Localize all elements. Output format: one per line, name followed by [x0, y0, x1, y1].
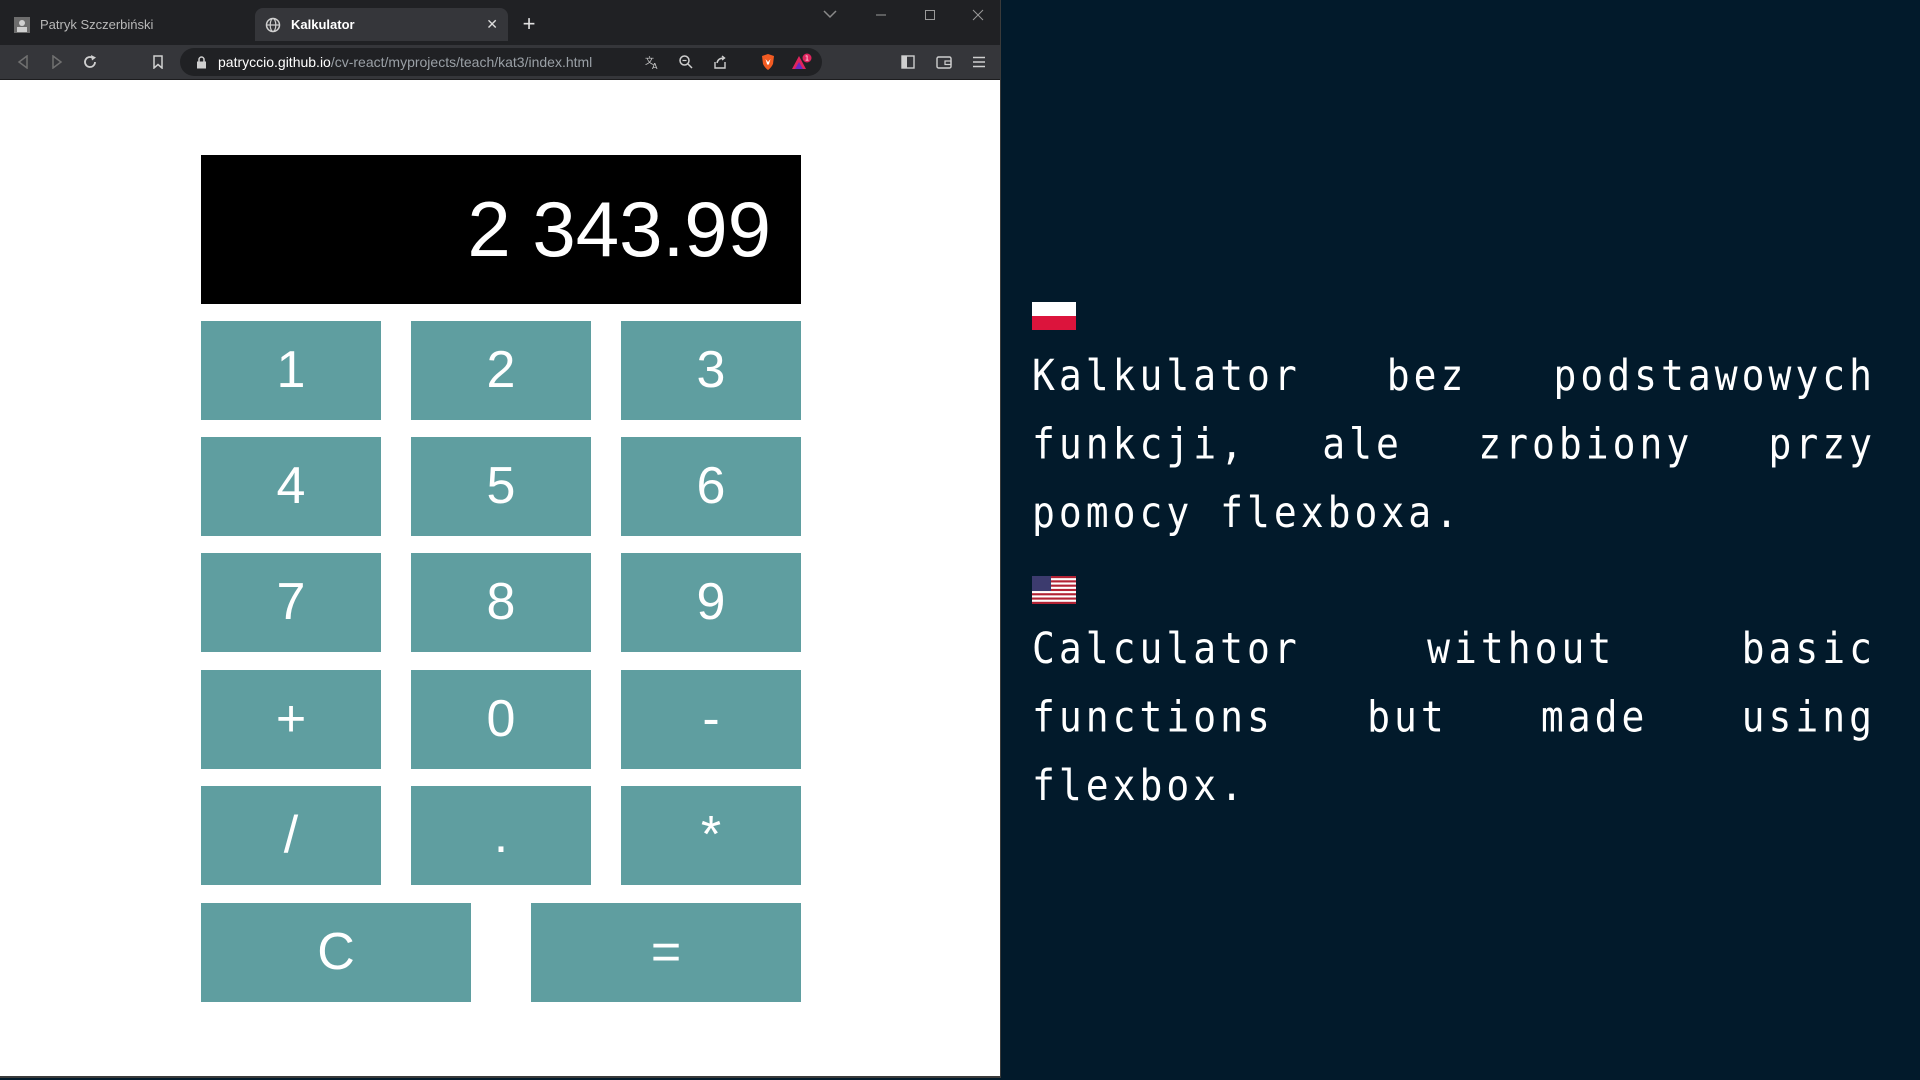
description-polish: Kalkulator bez podstawowych funkcji, ale… [1032, 350, 1876, 537]
key-4[interactable]: 4 [201, 437, 381, 536]
brave-shield-icon[interactable] [756, 50, 780, 74]
back-arrow-icon[interactable] [11, 50, 35, 74]
window-close-icon[interactable] [958, 6, 998, 26]
tab-kalkulator[interactable]: Kalkulator ✕ [255, 8, 508, 41]
tab-patryk[interactable]: Patryk Szczerbiński [4, 8, 252, 41]
share-icon[interactable] [708, 50, 732, 74]
key-multiply[interactable]: * [621, 786, 801, 885]
profile-favicon-icon [14, 16, 30, 33]
rewards-triangle-icon[interactable]: 1 [790, 50, 814, 74]
key-6[interactable]: 6 [621, 437, 801, 536]
url-text[interactable]: patryccio.github.io/cv-react/myprojects/… [218, 54, 592, 70]
key-2[interactable]: 2 [411, 321, 591, 420]
key-5[interactable]: 5 [411, 437, 591, 536]
new-tab-button[interactable]: + [516, 10, 542, 38]
lock-icon[interactable] [194, 55, 208, 69]
globe-icon [265, 17, 281, 33]
key-divide[interactable]: / [201, 786, 381, 885]
minimize-icon[interactable] [861, 6, 901, 26]
maximize-icon[interactable] [910, 6, 950, 26]
rewards-badge: 1 [805, 55, 809, 63]
description-english: Calculator without basic functions but m… [1032, 623, 1876, 810]
sidebar-icon[interactable] [896, 50, 920, 74]
hamburger-menu-icon[interactable] [967, 50, 991, 74]
chevron-down-icon[interactable] [823, 8, 837, 22]
zoom-out-icon[interactable] [674, 50, 698, 74]
us-flag-icon [1032, 576, 1076, 604]
url-host: patryccio.github.io [218, 54, 331, 70]
key-9[interactable]: 9 [621, 553, 801, 652]
key-plus[interactable]: + [201, 670, 381, 769]
calculator-page: 2 343.99 1 2 3 4 5 6 7 8 9 + 0 - / . * C… [0, 80, 1000, 1076]
bookmark-icon[interactable] [146, 50, 170, 74]
key-clear[interactable]: C [201, 903, 471, 1002]
key-dot[interactable]: . [411, 786, 591, 885]
translate-icon[interactable]: 文A [640, 50, 664, 74]
key-equals[interactable]: = [531, 903, 801, 1002]
key-0[interactable]: 0 [411, 670, 591, 769]
url-path: /cv-react/myprojects/teach/kat3/index.ht… [330, 54, 593, 70]
close-tab-icon[interactable]: ✕ [486, 16, 498, 33]
tab-title: Kalkulator [291, 17, 355, 32]
polish-flag-icon [1032, 302, 1076, 330]
wallet-icon[interactable] [932, 50, 956, 74]
key-7[interactable]: 7 [201, 553, 381, 652]
browser-toolbar: patryccio.github.io/cv-react/myprojects/… [0, 45, 1000, 80]
key-3[interactable]: 3 [621, 321, 801, 420]
browser-window: Patryk Szczerbiński Kalkulator ✕ + patry… [0, 0, 1001, 1078]
calculator-display: 2 343.99 [201, 155, 801, 304]
key-8[interactable]: 8 [411, 553, 591, 652]
reload-icon[interactable] [78, 50, 102, 74]
svg-text:A: A [652, 62, 658, 70]
key-1[interactable]: 1 [201, 321, 381, 420]
forward-arrow-icon[interactable] [45, 50, 69, 74]
tab-title: Patryk Szczerbiński [40, 17, 154, 32]
key-minus[interactable]: - [621, 670, 801, 769]
tab-bar: Patryk Szczerbiński Kalkulator ✕ + [0, 0, 1000, 45]
